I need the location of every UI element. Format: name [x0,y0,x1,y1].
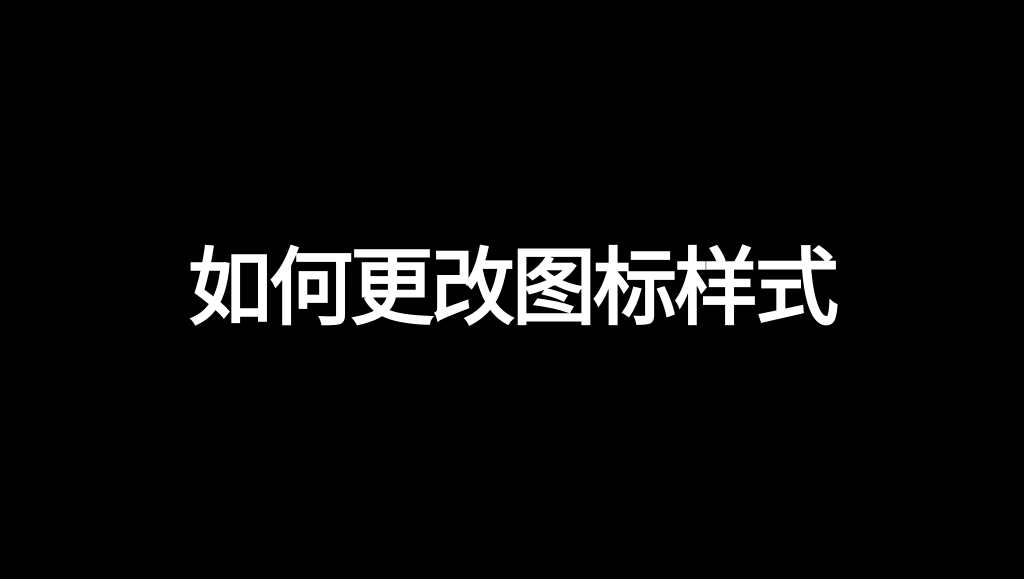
title-card: 如何更改图标样式 [0,0,1024,579]
title-text: 如何更改图标样式 [187,239,839,337]
